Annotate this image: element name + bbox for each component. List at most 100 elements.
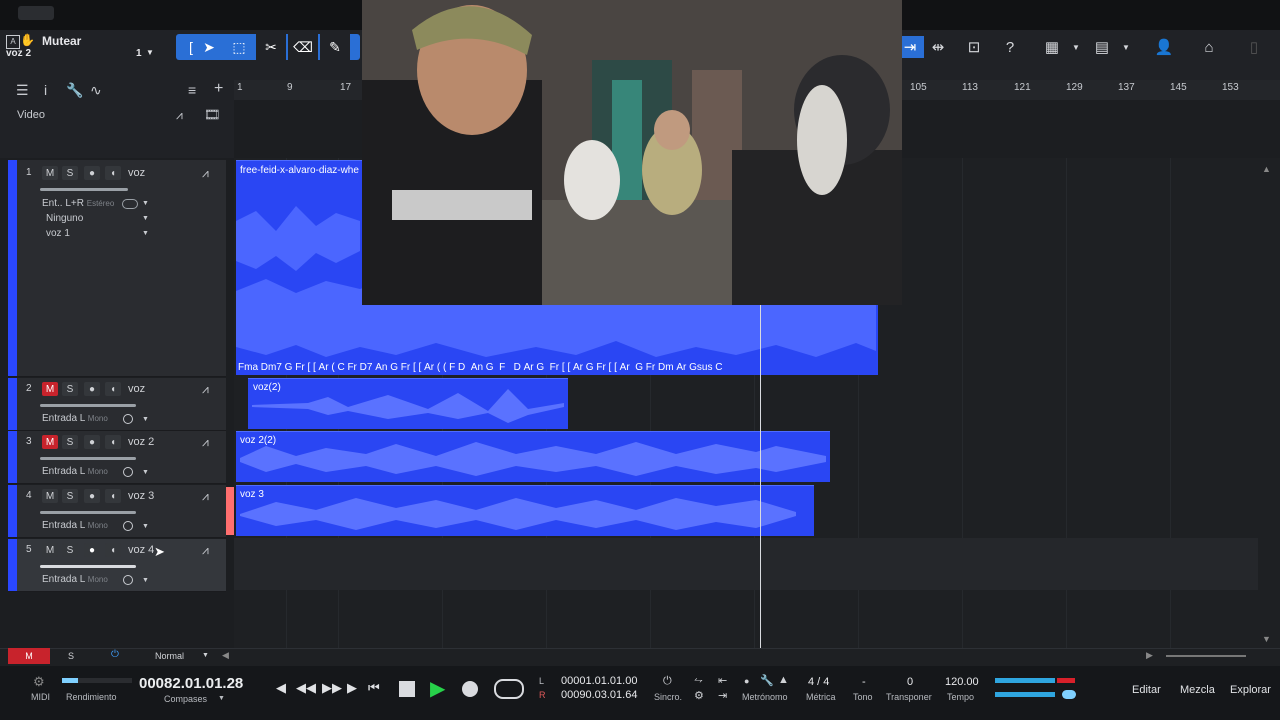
film-icon[interactable]: 🎞 [204,107,221,123]
track-name[interactable]: voz 3 [128,490,154,502]
settings-icon[interactable]: ⚙ [694,689,704,702]
solo-button[interactable]: S [62,382,78,396]
editar-button[interactable]: Editar [1132,684,1161,696]
waveform-icon[interactable]: ⩘ [202,166,209,181]
scroll-right-icon[interactable]: ▶ [1146,650,1153,661]
track-input[interactable]: Ent.. L+R Estéreo [42,198,114,209]
chevron-down-icon[interactable]: ▼ [146,48,154,57]
chevron-down-icon[interactable]: ▼ [142,230,149,237]
track-color-bar[interactable] [8,539,17,591]
waveform-icon[interactable]: ⩘ [202,489,209,504]
output-toggle[interactable] [1062,690,1076,699]
window-menu-button[interactable] [18,6,54,20]
track-name[interactable]: voz 4 [128,544,154,556]
forward-icon[interactable]: ▶ [347,680,357,696]
track-color-bar[interactable] [8,160,17,376]
volume-fader[interactable] [40,188,128,191]
audio-clip-voz-2-2[interactable]: voz 2(2) [236,431,830,482]
explorar-button[interactable]: Explorar [1230,684,1271,696]
power-icon[interactable]: ⏻ [111,649,119,660]
global-solo-button[interactable]: S [68,651,74,661]
global-mute-button[interactable]: M [8,648,50,664]
track-list-icon[interactable]: ≡ [188,82,196,98]
scroll-down-icon[interactable]: ▼ [1262,634,1271,644]
zoom-slider[interactable] [1166,655,1246,657]
chevron-down-icon[interactable]: ▼ [142,416,149,423]
waveform-icon[interactable]: ⩘ [202,435,209,450]
stop-button[interactable] [399,681,415,697]
record-arm-icon[interactable]: ● [84,489,100,503]
go-to-end-icon[interactable]: ⏮ [368,680,380,696]
track-header-1[interactable] [8,160,226,377]
chevron-down-icon[interactable]: ▼ [142,215,149,222]
user-icon[interactable]: 👤 [1150,36,1178,58]
focus-icon[interactable]: ⊡ [960,36,988,58]
mute-button[interactable]: M [42,489,58,503]
chevron-down-icon[interactable]: ▼ [142,200,149,207]
monitor-icon[interactable]: ◖ [105,543,121,557]
inspector-icon[interactable]: i [44,82,47,98]
waveform-icon[interactable]: ⩘ [202,543,209,558]
punch-icon[interactable]: ⥊ [694,674,703,687]
tempo-value[interactable]: 120.00 [945,676,979,688]
loop-end-time[interactable]: 00090.03.01.64 [561,689,637,701]
rewind-start-icon[interactable]: ◀ [276,680,286,696]
track-color-bar[interactable] [8,485,17,537]
automation-icon[interactable]: A [6,35,20,49]
range-select-icon[interactable]: ⬚ [224,34,254,60]
waveform-icon[interactable]: ⩘ [202,382,209,397]
chevron-down-icon[interactable]: ▼ [142,577,149,584]
eraser-icon[interactable]: ⌫ [288,34,318,60]
solo-button[interactable]: S [62,489,78,503]
output-dropdown[interactable]: voz 1 [46,228,70,239]
track-color-bar[interactable] [8,378,17,430]
track-color-bar[interactable] [8,431,17,483]
scroll-up-icon[interactable]: ▲ [1262,164,1271,174]
split-tool-icon[interactable]: ✂ [256,34,286,60]
chevron-down-icon[interactable]: ▼ [218,695,225,702]
solo-button[interactable]: S [62,543,78,557]
solo-button[interactable]: S [62,435,78,449]
add-track-icon[interactable]: + [214,80,223,98]
marker-icon[interactable]: ⇤ [718,674,727,687]
record-arm-icon[interactable]: ● [84,543,100,557]
loop-start-time[interactable]: 00001.01.01.00 [561,675,637,687]
list-icon[interactable]: ☰ [16,82,29,99]
track-5-lane[interactable] [234,538,1258,590]
mode-dropdown[interactable]: Normal [155,651,184,661]
monitor-icon[interactable]: ◖ [105,435,121,449]
input-monitor-icon[interactable] [123,521,133,531]
metronome-dot-icon[interactable]: ● [744,676,749,686]
arrow-tool-icon[interactable]: ➤ [194,34,224,60]
midi-icon[interactable]: ⚙ [33,674,45,690]
mute-button[interactable]: M [42,543,58,557]
mezcla-button[interactable]: Mezcla [1180,684,1215,696]
waveform-icon[interactable]: ⩘ [176,108,183,123]
toggle-switch[interactable] [122,199,138,209]
track-input[interactable]: Entrada L Mono [42,574,108,585]
precount-icon[interactable]: ⇥ [718,689,727,702]
sync-icon[interactable]: ⏻ [663,675,672,688]
track-name[interactable]: voz 2 [128,436,154,448]
track-input[interactable]: Entrada L Mono [42,413,108,424]
send-dropdown[interactable]: Ninguno [46,213,83,224]
transpose-value[interactable]: 0 [907,676,913,688]
volume-fader[interactable] [40,457,136,460]
input-monitor-icon[interactable] [123,414,133,424]
metronome-settings-icon[interactable]: 🔧 [760,674,774,687]
rewind-icon[interactable]: ◀◀ [296,680,316,696]
primary-time-display[interactable]: 00082.01.01.28 [139,675,243,692]
scroll-left-icon[interactable]: ◀ [222,650,229,661]
mute-button[interactable]: M [42,166,58,180]
monitor-icon[interactable]: ◖ [105,166,121,180]
pencil-icon[interactable]: ✎ [320,34,350,60]
mute-button[interactable]: M [42,382,58,396]
record-arm-icon[interactable]: ● [84,435,100,449]
home-icon[interactable]: ⌂ [1195,36,1223,58]
monitor-icon[interactable]: ◖ [105,382,121,396]
chevron-down-icon[interactable]: ▼ [1062,36,1090,58]
record-button[interactable] [462,681,478,697]
track-input[interactable]: Entrada L Mono [42,466,108,477]
track-name[interactable]: voz [128,167,145,179]
chevron-down-icon[interactable]: ▼ [142,469,149,476]
